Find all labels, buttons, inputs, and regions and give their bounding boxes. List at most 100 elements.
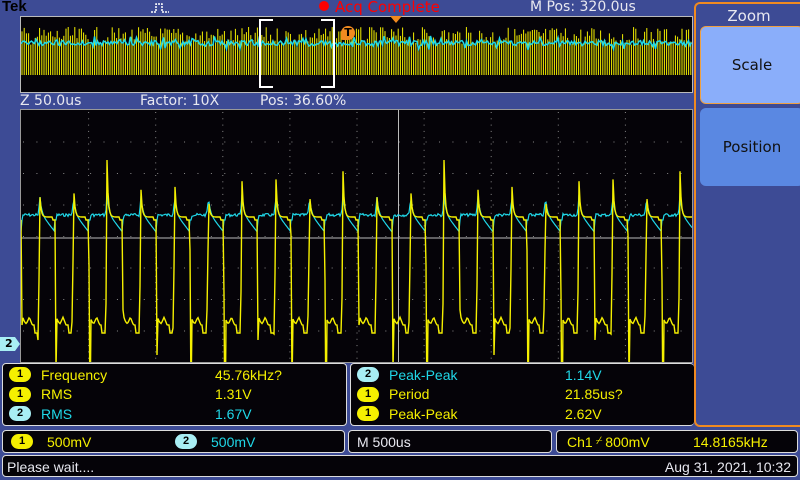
grid-dot [559, 204, 561, 206]
grid-dot [613, 236, 615, 237]
grid-dot [36, 267, 38, 269]
grid-dot [88, 149, 90, 151]
grid-dot [356, 149, 358, 151]
grid-dot [155, 118, 157, 120]
grid-dot [289, 244, 291, 246]
grid-dot [490, 143, 492, 145]
timebase-box[interactable]: M 500us [348, 430, 552, 453]
grid-dot [624, 156, 626, 158]
grid-dot [423, 307, 425, 309]
grid-dot [626, 204, 628, 206]
grid-dot [277, 173, 279, 174]
grid-dot [130, 330, 132, 332]
grid-dot [423, 351, 425, 353]
ch1-scale[interactable]: 500mV [47, 434, 91, 450]
grid-dot [23, 330, 24, 332]
measurement-name: RMS [41, 386, 73, 402]
grid-dot [222, 294, 224, 296]
overview-waveform[interactable]: T [20, 16, 693, 93]
grid-dot [557, 212, 559, 214]
measurement-name: Period [389, 386, 430, 402]
grid-dot [667, 204, 669, 206]
grid-dot [423, 200, 425, 202]
zoom-window-bracket[interactable] [259, 19, 335, 88]
scale-button[interactable]: Scale [700, 26, 800, 104]
grid-dot [532, 141, 534, 143]
ch2-scale[interactable]: 500mV [211, 434, 255, 450]
grid-dot [680, 267, 682, 269]
grid-dot [423, 263, 425, 265]
grid-dot [224, 173, 226, 174]
grid-dot [532, 173, 534, 174]
grid-dot [667, 330, 669, 332]
grid-dot [600, 236, 602, 237]
channel-badge: 1 [9, 386, 31, 402]
grid-dot [490, 250, 492, 252]
grid-dot [640, 141, 642, 143]
position-button[interactable]: Position [700, 108, 800, 186]
grid-dot [103, 141, 105, 143]
grid-dot [210, 236, 212, 237]
grid-dot [116, 299, 118, 300]
grid-dot [624, 225, 626, 227]
grid-dot [23, 173, 24, 174]
grid-dot [653, 236, 655, 237]
grid-dot [452, 299, 454, 300]
grid-dot [23, 299, 24, 300]
grid-dot [371, 141, 373, 143]
zoom-factor: Factor: 10X [140, 93, 220, 109]
grid-dot [667, 141, 669, 143]
grid-dot [155, 206, 157, 208]
grid-dot [423, 345, 425, 347]
grid-dot [49, 267, 51, 269]
grid-dot [624, 187, 626, 189]
trigger-point-marker-icon [390, 16, 402, 23]
channel-scales[interactable]: 1 500mV 2 500mV [2, 430, 345, 453]
grid-dot [23, 267, 24, 269]
grid-dot [624, 143, 626, 145]
grid-dot [490, 319, 492, 321]
grid-dot [318, 267, 320, 269]
grid-dot [356, 250, 358, 252]
grid-dot [490, 200, 492, 202]
grid-dot [49, 173, 51, 174]
grid-dot [624, 175, 626, 176]
grid-dot [289, 301, 291, 302]
grid-dot [356, 130, 358, 132]
grid-dot [356, 168, 358, 170]
grid-dot [439, 236, 441, 237]
grid-dot [613, 267, 615, 269]
grid-dot [264, 267, 266, 269]
grid-dot [345, 299, 347, 300]
grid-dot [289, 206, 291, 208]
main-graticule[interactable] [20, 109, 693, 363]
grid-dot [624, 294, 626, 296]
grid-dot [624, 288, 626, 290]
grid-dot [490, 357, 492, 359]
grid-dot [90, 173, 92, 174]
grid-dot [423, 193, 425, 195]
trigger-box[interactable]: Ch1 ⌿ 800mV 14.8165kHz [556, 430, 798, 453]
grid-dot [170, 236, 172, 237]
grid-dot [479, 299, 481, 300]
grid-dot [624, 200, 626, 202]
grid-dot [557, 231, 559, 233]
grid-dot [356, 345, 358, 347]
grid-dot [640, 299, 642, 300]
grid-dot [423, 143, 425, 145]
ch2-ground-marker[interactable]: 2 [0, 337, 20, 351]
grid-dot [170, 330, 172, 332]
grid-dot [557, 307, 559, 309]
grid-dot [184, 330, 186, 332]
grid-dot [425, 173, 427, 174]
grid-dot [586, 141, 588, 143]
measurement-value: 45.76kHz? [215, 366, 282, 383]
grid-dot [586, 267, 588, 269]
acq-status: Acq Complete [335, 0, 440, 16]
grid-dot [289, 162, 291, 164]
grid-dot [613, 141, 615, 143]
grid-dot [356, 124, 358, 126]
zoom-position: Pos: 36.60% [260, 93, 347, 109]
grid-dot [251, 299, 253, 300]
grid-dot [624, 313, 626, 315]
